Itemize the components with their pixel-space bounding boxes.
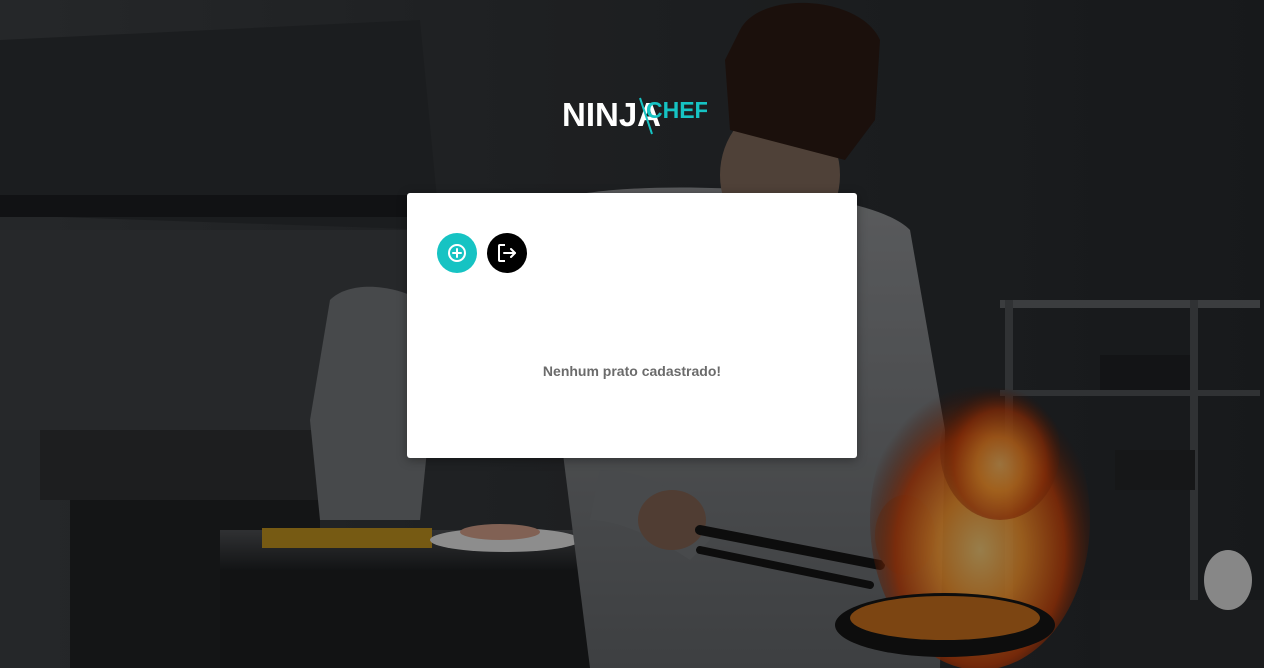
plus-circle-icon <box>448 244 466 262</box>
empty-state-message: Nenhum prato cadastrado! <box>542 363 722 379</box>
logo-text-chef: CHEF <box>646 97 707 123</box>
add-dish-button[interactable] <box>437 233 477 273</box>
dishes-panel: Nenhum prato cadastrado! <box>407 193 857 458</box>
ninjachef-logo: NINJA CHEF <box>562 90 707 136</box>
app-screen: NINJA CHEF Nenhum prato cadastrado! <box>0 0 1264 668</box>
logout-icon <box>498 244 516 262</box>
logout-button[interactable] <box>487 233 527 273</box>
